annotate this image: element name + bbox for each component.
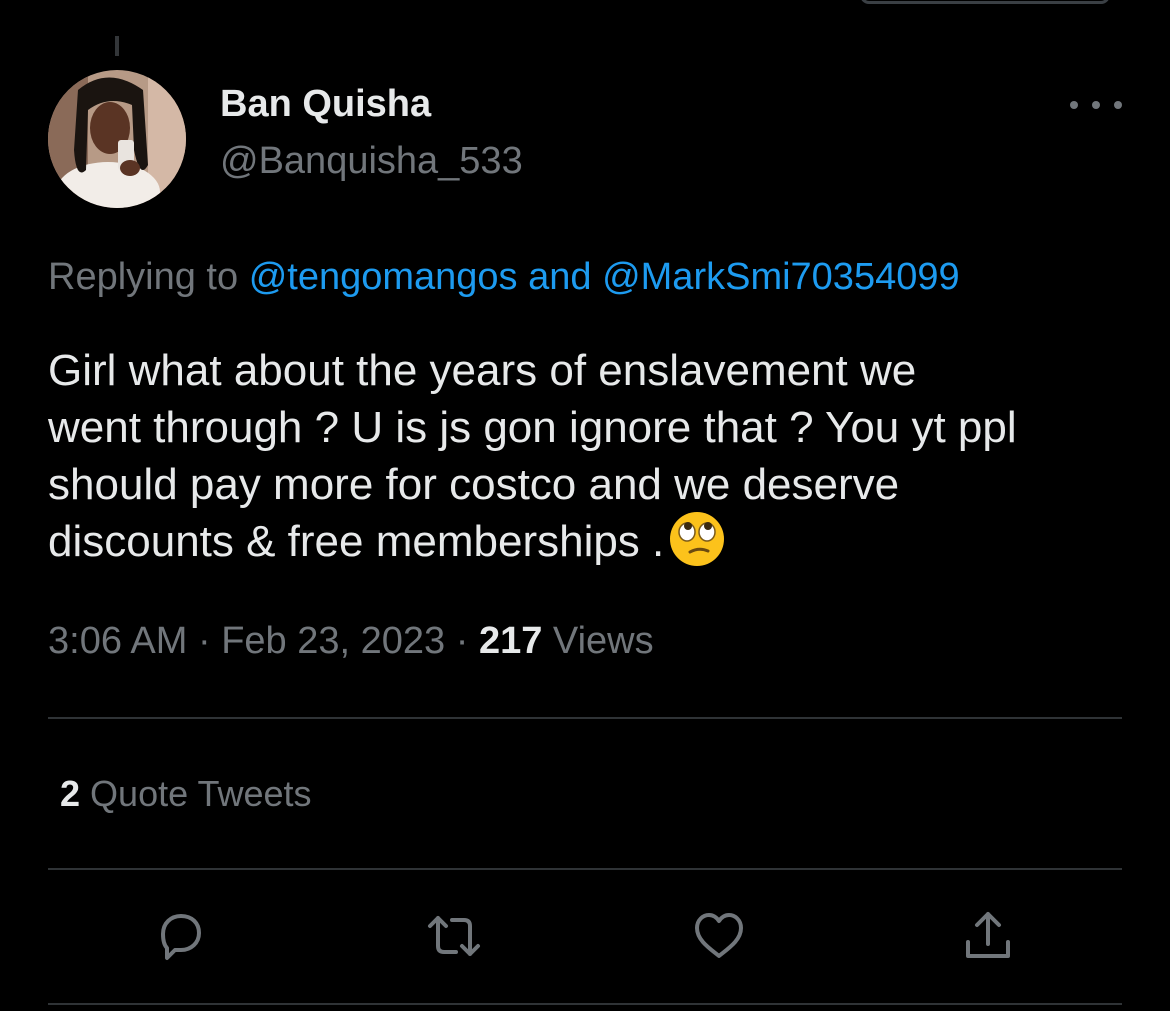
- like-button[interactable]: [691, 908, 747, 964]
- meta-separator: ·: [455, 620, 469, 662]
- user-handle[interactable]: @Banquisha_533: [220, 140, 523, 183]
- tweet-time[interactable]: 3:06 AM: [48, 620, 187, 662]
- divider: [48, 717, 1122, 719]
- display-name[interactable]: Ban Quisha: [220, 83, 431, 126]
- meta-separator: ·: [197, 620, 211, 662]
- replying-to-line: Replying to @tengomangos and @MarkSmi703…: [48, 256, 960, 299]
- more-dot: [1114, 101, 1122, 109]
- share-icon: [966, 912, 1010, 958]
- mention-link-tengomangos[interactable]: @tengomangos: [249, 256, 518, 298]
- divider: [48, 1003, 1122, 1005]
- more-dot: [1092, 101, 1100, 109]
- reply-button[interactable]: [153, 908, 209, 964]
- thread-connector-line: [115, 36, 119, 56]
- replying-and[interactable]: and: [528, 256, 591, 298]
- quote-tweets-link[interactable]: 2 Quote Tweets: [60, 773, 312, 815]
- quote-count: 2: [60, 773, 81, 814]
- views-count: 217: [478, 620, 543, 662]
- retweet-icon: [428, 916, 480, 956]
- tweet-text-line: Girl what about the years of enslavement…: [48, 346, 917, 395]
- top-pill-button[interactable]: [860, 0, 1110, 4]
- tweet-text-line: went through ? U is js gon ignore that ?…: [48, 403, 1017, 452]
- share-button[interactable]: [960, 908, 1016, 964]
- divider: [48, 868, 1122, 870]
- tweet-text-line: discounts & free memberships .: [48, 517, 665, 566]
- retweet-button[interactable]: [426, 908, 482, 964]
- more-options-icon[interactable]: [1070, 90, 1122, 120]
- tweet-text: Girl what about the years of enslavement…: [48, 342, 1138, 570]
- avatar[interactable]: [48, 70, 186, 208]
- tweet-text-line-last: discounts & free memberships .: [48, 512, 1138, 570]
- heart-icon: [695, 913, 743, 958]
- tweet-text-line: should pay more for costco and we deserv…: [48, 460, 900, 509]
- mention-link-marksmi[interactable]: @MarkSmi70354099: [602, 256, 960, 298]
- reply-icon: [161, 914, 201, 960]
- tweet-meta: 3:06 AM · Feb 23, 2023 · 217 Views: [48, 620, 654, 663]
- more-dot: [1070, 101, 1078, 109]
- tweet-date[interactable]: Feb 23, 2023: [221, 620, 445, 662]
- views-label: Views: [552, 620, 654, 662]
- replying-prefix: Replying to: [48, 256, 239, 298]
- quote-label: Quote Tweets: [90, 773, 312, 814]
- rolling-eyes-emoji-icon: [670, 512, 725, 567]
